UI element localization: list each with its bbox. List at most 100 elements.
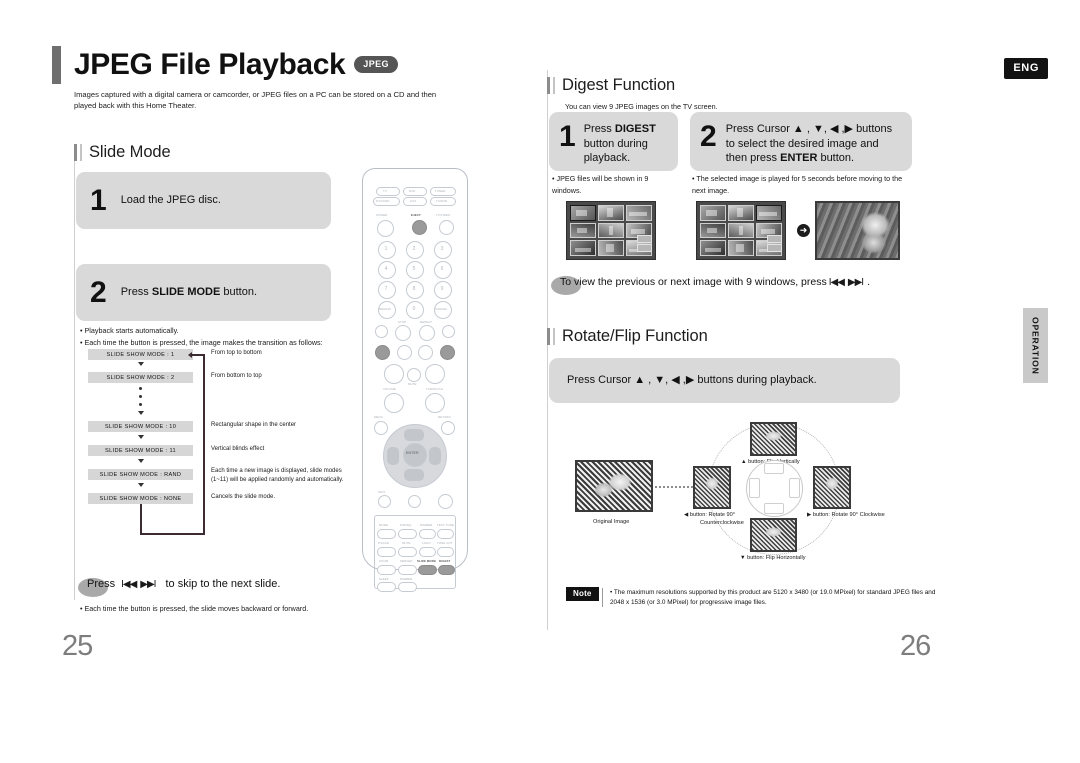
remote-label-menu: MENU	[374, 415, 383, 419]
digest-tip: To view the previous or next image with …	[551, 276, 870, 295]
rotate-cw-photo	[813, 466, 851, 509]
rotate-flip-instruction-box: Press Cursor ▲ , ▼, ◀ ,▶ buttons during …	[549, 358, 900, 403]
remote-label-tvvideo: TV/VIDEO	[436, 213, 451, 217]
remote-btn-pscan	[377, 547, 396, 557]
rotate-ccw-photo	[693, 466, 731, 509]
remote-label-stop: STOP	[398, 320, 407, 324]
tv-screen-selected-photo	[815, 201, 900, 260]
mode-chip-none: SLIDE SHOW MODE : NONE	[88, 493, 193, 504]
remote-num-6-label: 6	[440, 266, 444, 272]
tv-side-button-4	[767, 244, 782, 252]
remote-num-1-label: 1	[384, 246, 388, 252]
digest-prev-track-icon: I◀◀	[828, 276, 845, 288]
digest-step-2-text: Press Cursor ▲ , ▼, ◀ ,▶ buttons to sele…	[726, 122, 892, 166]
flow-arrow-4	[138, 459, 144, 463]
slide-skip-bullet: • Each time the button is pressed, the s…	[80, 604, 309, 613]
operation-side-tab: OPERATION	[1023, 308, 1048, 383]
remote-aux2-button	[408, 495, 421, 508]
flow-loop-arrow-icon	[188, 351, 192, 358]
digest-step-1-line3: playback.	[583, 152, 631, 165]
remote-prev-button	[375, 325, 388, 338]
remote-label-zoom: ZOOM	[379, 559, 389, 563]
slide-step-1-text: Load the JPEG disc.	[120, 194, 221, 207]
remote-label-dspeq: DSP/EQ	[400, 523, 412, 527]
remote-label-slidemode: SLIDE MODE	[417, 559, 436, 563]
flow-arrow-5	[138, 483, 144, 487]
rotate-accent-bar	[547, 328, 550, 345]
remote-label-logo: LOGO	[422, 541, 431, 545]
remote-label-volume: VOLUME	[383, 387, 396, 391]
page-title: JPEG File Playback	[74, 48, 346, 81]
remote-num-8-label: 8	[412, 286, 416, 292]
remote-num-7-label: 7	[384, 286, 388, 292]
digest-title: Digest Function	[562, 76, 676, 94]
digest-step-2-bullet-wrap: • The selected image is played for 5 sec…	[692, 173, 917, 196]
remote-control-illustration: TV DVD TUNER P.SOUND AUX TV/DVD POWER EJ…	[362, 168, 468, 592]
remote-num-4-label: 4	[384, 266, 388, 272]
rotate-cw-label: ▶ button: Rotate 90° Clockwise	[807, 512, 885, 518]
slide-step-1-number: 1	[90, 183, 107, 217]
digest-step-1: 1 Press DIGEST button during playback.	[549, 112, 678, 171]
digest-accent-bar-light	[553, 77, 555, 94]
tv-screen-digest-grid-1	[566, 201, 656, 260]
flow-dot-c	[139, 403, 142, 406]
jpeg-format-badge: JPEG	[354, 56, 398, 73]
slide-step-2-number: 2	[90, 275, 107, 309]
digest-button-name: DIGEST	[614, 123, 656, 135]
remote-label-mute2: MUTE	[402, 541, 411, 545]
remote-dpad-down-icon	[404, 469, 424, 481]
remote-btn-testtone	[437, 529, 454, 539]
page-header: JPEG File Playback JPEG	[52, 46, 398, 84]
digest-step-1-bullet: • JPEG files will be shown in 9 windows.	[552, 174, 649, 195]
remote-tuning-up-button	[425, 364, 445, 384]
tv-screen-digest-grid-2	[696, 201, 786, 260]
remote-repeat-button	[419, 325, 435, 341]
remote-pause-button	[397, 345, 412, 360]
remote-volume-up-button	[384, 364, 404, 384]
remote-stop-button	[395, 325, 411, 341]
flow-loop-bottom	[140, 533, 205, 535]
remote-label-tvdvd: TV/DVD	[436, 198, 448, 203]
thumbnail2-3-selected	[756, 205, 782, 221]
slide-step-2-pre: Press	[120, 286, 152, 299]
flow-loop-top	[192, 354, 205, 356]
flow-arrow-1	[138, 362, 144, 366]
remote-label-eject: EJECT	[411, 213, 421, 217]
original-image-photo	[575, 460, 653, 512]
enter-button-name: ENTER	[780, 152, 818, 165]
remote-label-aux: AUX	[410, 198, 417, 203]
remote-fastforward-button	[440, 345, 455, 360]
language-badge: ENG	[1004, 58, 1048, 79]
mode-chip-10: SLIDE SHOW MODE : 10	[88, 421, 193, 432]
note-text: • The maximum resolutions supported by t…	[602, 588, 940, 608]
remote-btn-tv	[376, 187, 400, 196]
slide-mode-title: Slide Mode	[89, 143, 171, 161]
remote-label-mode: MODE	[379, 523, 389, 527]
slide-skip-bullet-wrap: • Each time the button is pressed, the s…	[80, 603, 380, 615]
remote-label-dvd: DVD	[409, 188, 416, 193]
original-image-label: Original Image	[593, 519, 630, 525]
digest-step-2-line3-post: button.	[817, 152, 855, 165]
digest-step-1-number: 1	[559, 120, 576, 153]
slide-step-2: 2 Press SLIDE MODE button.	[76, 264, 331, 321]
remote-btn-digest[interactable]	[438, 565, 455, 575]
slide-step-2-text: Press SLIDE MODE button.	[121, 285, 257, 300]
flip-horizontal-label: ▼ button: Flip Horizontally	[740, 555, 806, 561]
thumbnail-1	[570, 205, 596, 221]
mode-chip-11: SLIDE SHOW MODE : 11	[88, 445, 193, 456]
remote-btn-logo	[419, 547, 436, 557]
remote-label-dimmer2: DIMMER	[400, 577, 413, 581]
remote-btn-slidemode[interactable]	[418, 565, 437, 575]
rotate-flip-heading: Rotate/Flip Function	[547, 327, 708, 346]
remote-label-return: RETURN	[438, 415, 451, 419]
mini-dpad-up-icon	[764, 463, 784, 474]
left-margin-rule	[74, 145, 75, 600]
remote-ab-button	[418, 345, 433, 360]
slide-step-1: 1 Load the JPEG disc.	[76, 172, 331, 229]
flow-loop-down	[140, 504, 142, 535]
slide-skip-tip: Press I◀◀ ▶▶I to skip to the next slide.	[78, 578, 280, 597]
heading-accent-bar-light	[80, 144, 82, 161]
mode-desc-11: Vertical blinds effect	[211, 446, 265, 452]
remote-num-0-label: 0	[412, 306, 416, 312]
tv-side-button-1	[637, 235, 652, 243]
